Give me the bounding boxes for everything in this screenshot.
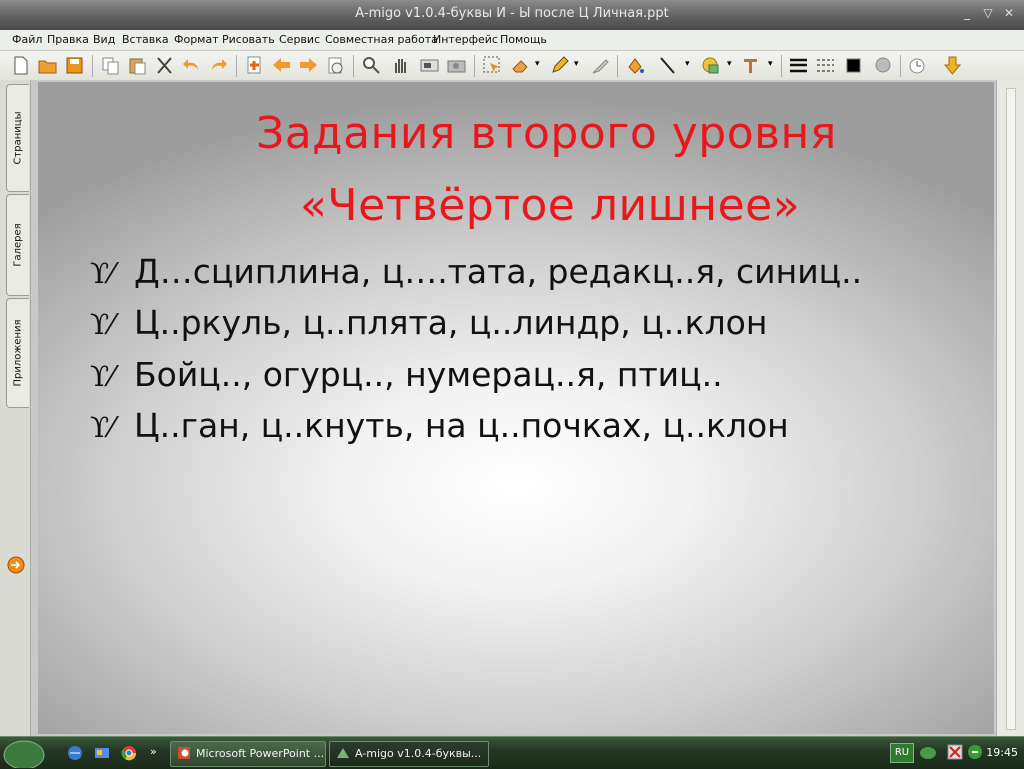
scrollbar-track[interactable] [1006,88,1016,730]
color-icon[interactable] [843,55,864,76]
list-item: ϒ⁄ Д…сциплина, ц….тата, редакц..я, синиц.… [90,252,862,291]
tab-pages-label: Страницы [12,111,24,165]
open-folder-icon[interactable] [37,55,58,76]
bullet-icon: ϒ⁄ [90,360,114,393]
slide-heading-line1: Задания второго уровня [256,108,837,159]
collapse-panel-icon[interactable] [7,556,25,574]
zoom-icon[interactable] [361,55,382,76]
bullet-icon: ϒ⁄ [90,257,114,290]
transparency-icon[interactable] [873,55,894,76]
start-button[interactable] [2,738,46,768]
camera-icon[interactable] [446,55,467,76]
bullet-text: Бойц.., огурц.., нумерац..я, птиц.. [134,355,723,394]
title-bar: A-migo v1.0.4-буквы И - Ы после Ц Личная… [0,0,1024,30]
taskbar: » Microsoft PowerPoint ... A-migo v1.0.4… [0,736,1024,769]
taskbar-powerpoint-label: Microsoft PowerPoint ... [196,747,325,760]
vertical-scrollbar[interactable] [996,80,1024,736]
menu-draw[interactable]: Рисовать [222,33,275,46]
amigo-icon [337,748,349,758]
menu-file[interactable]: Файл [12,33,42,46]
quicklaunch-more-icon[interactable]: » [150,745,157,758]
hand-icon[interactable] [390,55,411,76]
language-indicator[interactable]: RU [890,743,914,763]
slide-heading-line2: «Четвёртое лишнее» [300,180,801,231]
pencil-dropdown-icon[interactable]: ▾ [574,59,579,69]
slide[interactable]: Задания второго уровня «Четвёртое лишнее… [38,82,994,734]
clock[interactable]: 19:45 [986,746,1018,759]
menu-edit[interactable]: Правка [47,33,89,46]
clock-icon[interactable] [907,55,928,76]
network-icon[interactable] [918,743,938,763]
bullet-text: Ц..ган, ц..кнуть, на ц..почках, ц..клон [134,406,789,445]
list-item: ϒ⁄ Ц..ркуль, ц..плята, ц..линдр, ц..клон [90,303,767,342]
line-width-icon[interactable] [788,55,809,76]
eraser-icon[interactable] [510,55,531,76]
shape-dropdown-icon[interactable]: ▾ [727,59,732,69]
window-title: A-migo v1.0.4-буквы И - Ы после Ц Личная… [355,6,669,21]
taskbar-amigo[interactable]: A-migo v1.0.4-буквы... [329,741,489,767]
line-icon[interactable] [657,55,678,76]
taskbar-powerpoint[interactable]: Microsoft PowerPoint ... [170,741,326,767]
slide-canvas-area: Задания второго уровня «Четвёртое лишнее… [31,80,996,736]
fill-icon[interactable] [625,55,646,76]
powerpoint-icon [178,747,190,759]
tab-applications-label: Приложения [12,319,24,387]
folder-icon[interactable] [93,744,111,762]
slideshow-icon[interactable] [325,55,346,76]
menu-format[interactable]: Формат [174,33,219,46]
menu-view[interactable]: Вид [93,33,115,46]
line-style-icon[interactable] [815,55,836,76]
toolbar: ▾ ▾ ▾ ▾ ▾ [0,51,1024,81]
add-page-icon[interactable] [244,55,265,76]
list-item: ϒ⁄ Ц..ган, ц..кнуть, на ц..почках, ц..кло… [90,406,789,445]
next-page-icon[interactable] [298,55,319,76]
bullet-icon: ϒ⁄ [90,411,114,444]
menu-help[interactable]: Помощь [500,33,547,46]
tab-pages[interactable]: Страницы [6,84,29,192]
copy-icon[interactable] [100,55,121,76]
menu-service[interactable]: Сервис [279,33,320,46]
tab-gallery-label: Галерея [12,223,24,267]
minimize-button[interactable]: _ [960,6,974,20]
close-button[interactable]: ✕ [1002,6,1016,20]
taskbar-amigo-label: A-migo v1.0.4-буквы... [355,747,482,760]
down-arrow-icon[interactable] [942,55,963,76]
tray-app-icon[interactable] [946,743,964,761]
bullet-text: Д…сциплина, ц….тата, редакц..я, синиц.. [134,252,863,291]
tab-applications[interactable]: Приложения [6,298,29,408]
left-panel: Страницы Галерея Приложения [0,80,31,736]
highlighter-icon[interactable] [590,55,611,76]
new-document-icon[interactable] [10,55,31,76]
menu-collaboration[interactable]: Совместная работа [325,33,438,46]
chrome-icon[interactable] [120,744,138,762]
shape-icon[interactable] [700,55,721,76]
select-icon[interactable] [482,55,503,76]
maximize-button[interactable]: ▽ [981,6,995,20]
pencil-icon[interactable] [549,55,570,76]
cut-icon[interactable] [154,55,175,76]
menu-interface[interactable]: Интерфейс [433,33,498,46]
menu-bar: Файл Правка Вид Вставка Формат Рисовать … [0,30,1024,51]
paste-icon[interactable] [127,55,148,76]
tab-gallery[interactable]: Галерея [6,194,29,296]
tray-update-icon[interactable] [966,743,984,761]
line-dropdown-icon[interactable]: ▾ [685,59,690,69]
previous-page-icon[interactable] [271,55,292,76]
text-dropdown-icon[interactable]: ▾ [768,59,773,69]
redo-icon[interactable] [208,55,229,76]
menu-insert[interactable]: Вставка [122,33,169,46]
screen-capture-icon[interactable] [419,55,440,76]
eraser-dropdown-icon[interactable]: ▾ [535,59,540,69]
save-icon[interactable] [64,55,85,76]
show-desktop-icon[interactable] [66,744,84,762]
text-icon[interactable] [741,55,762,76]
list-item: ϒ⁄ Бойц.., огурц.., нумерац..я, птиц.. [90,355,723,394]
bullet-icon: ϒ⁄ [90,308,114,341]
bullet-text: Ц..ркуль, ц..плята, ц..линдр, ц..клон [134,303,768,342]
undo-icon[interactable] [181,55,202,76]
